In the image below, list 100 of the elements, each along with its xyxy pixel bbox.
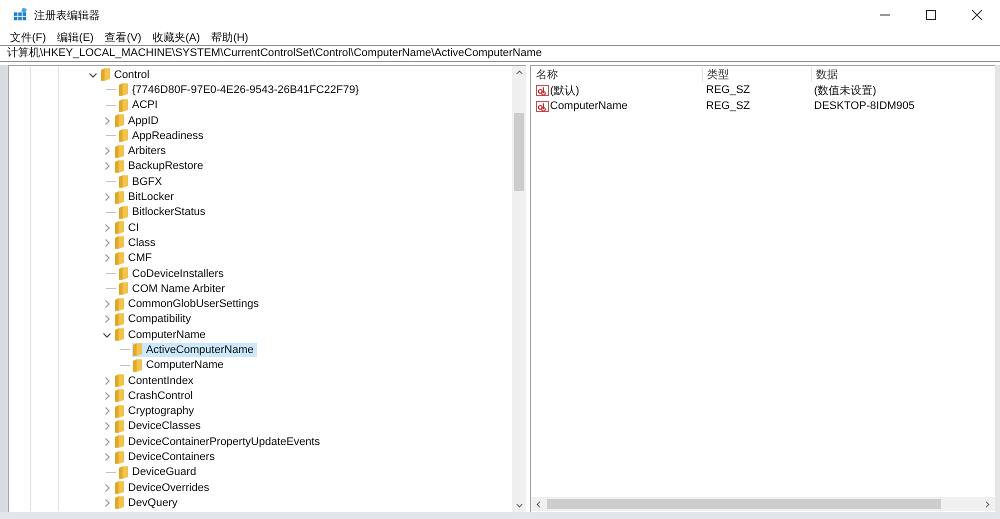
table-cell-text: (默认) (550, 84, 580, 98)
expand-chevron-icon[interactable] (102, 299, 112, 310)
expand-chevron-icon[interactable] (102, 116, 112, 126)
expand-chevron-icon[interactable] (102, 390, 112, 401)
menu-item[interactable]: 文件(F) (10, 30, 46, 44)
tree-item[interactable]: DeviceOverrides (114, 480, 212, 495)
scroll-left-icon[interactable] (534, 500, 543, 508)
tree-item[interactable]: CrashControl (114, 388, 196, 403)
expand-chevron-icon[interactable] (102, 192, 112, 202)
folder-icon (115, 481, 124, 494)
address-field[interactable]: 计算机\HKEY_LOCAL_MACHINE\SYSTEM\CurrentControlSet\Control\ComputerName\ActiveComputerName (0, 45, 1000, 62)
folder-icon (115, 435, 124, 448)
scroll-right-icon[interactable] (983, 500, 992, 508)
vertical-scrollbar[interactable] (512, 66, 526, 512)
folder-icon (115, 389, 124, 402)
registry-app-icon (13, 8, 27, 22)
tree-item[interactable]: Compatibility (114, 312, 194, 326)
tree-item[interactable]: BitLocker (114, 190, 177, 204)
tree-item[interactable]: DeviceContainers (114, 450, 218, 464)
window-title: 注册表编辑器 (34, 8, 100, 22)
folder-icon (115, 312, 124, 326)
tree-item[interactable]: BackupRestore (114, 159, 206, 174)
close-icon (972, 10, 982, 20)
string-value-icon (536, 84, 549, 96)
horizontal-scrollbar[interactable] (531, 497, 995, 511)
tree-item[interactable]: CoDeviceInstallers (118, 266, 227, 280)
folder-icon (115, 450, 124, 464)
folder-icon (119, 466, 128, 479)
tree-item[interactable]: DeviceClasses (114, 419, 204, 434)
folder-icon (119, 83, 128, 96)
table-cell-text: DESKTOP-8IDM905 (813, 100, 915, 112)
folder-icon (115, 496, 124, 510)
scrollbar-thumb[interactable] (514, 113, 524, 191)
tree-item[interactable]: COM Name Arbiter (118, 282, 228, 296)
folder-icon (115, 221, 124, 234)
folder-icon (133, 358, 142, 372)
folder-icon (115, 160, 124, 173)
folder-icon (115, 144, 124, 158)
expand-chevron-icon[interactable] (102, 498, 112, 508)
scroll-down-icon[interactable] (514, 501, 524, 510)
folder-icon (115, 404, 124, 418)
menu-item[interactable]: 帮助(H) (211, 30, 248, 44)
folder-icon (133, 343, 142, 356)
tree-item[interactable]: DevQuery (114, 496, 181, 510)
tree-item[interactable]: {7746D80F-97E0-4E26-9543-26B41FC22F79} (118, 82, 362, 97)
expand-chevron-icon[interactable] (102, 421, 112, 432)
expand-chevron-icon[interactable] (102, 222, 112, 233)
menu-item[interactable]: 查看(V) (104, 30, 142, 44)
expand-chevron-icon[interactable] (102, 376, 112, 386)
tree-item[interactable]: ComputerName (132, 358, 227, 372)
table-cell-text: (数值未设置) (813, 84, 876, 98)
tree-item[interactable]: BitlockerStatus (118, 205, 208, 220)
expand-chevron-icon[interactable] (102, 452, 112, 462)
folder-icon (115, 114, 124, 128)
table-cell: ComputerName (550, 100, 628, 112)
string-value-icon (536, 100, 549, 112)
maximize-icon (926, 10, 936, 20)
folder-icon (115, 236, 124, 250)
expand-chevron-icon[interactable] (102, 238, 112, 248)
tree-item[interactable]: CMF (114, 251, 155, 266)
folder-icon (119, 98, 128, 112)
column-header[interactable]: 名称 (531, 66, 702, 82)
tree-item[interactable]: ACPI (118, 98, 161, 112)
column-header[interactable]: 数据 (811, 66, 838, 82)
folder-icon (115, 298, 124, 311)
expand-chevron-icon[interactable] (102, 146, 112, 156)
folder-icon (119, 206, 128, 219)
folder-icon (119, 267, 128, 280)
scroll-up-icon[interactable] (514, 68, 524, 77)
table-cell-text: REG_SZ (705, 100, 752, 112)
folder-icon (119, 129, 128, 142)
menu-item[interactable]: 收藏夹(A) (152, 30, 200, 44)
scrollbar-thumb[interactable] (547, 499, 941, 509)
column-header[interactable]: 类型 (702, 66, 811, 82)
folder-icon (119, 175, 128, 188)
tree-item[interactable]: Class (114, 236, 159, 250)
tree-item[interactable]: Cryptography (114, 404, 198, 418)
tree-item[interactable]: AppReadiness (118, 128, 207, 143)
tree-item[interactable]: ComputerName (114, 328, 209, 342)
tree-item[interactable]: Control (100, 68, 152, 82)
folder-icon (115, 374, 124, 388)
expand-chevron-icon[interactable] (102, 436, 112, 447)
expand-chevron-icon[interactable] (102, 161, 112, 172)
menu-item[interactable]: 编辑(E) (57, 30, 94, 44)
tree-item[interactable]: ActiveComputerName (132, 342, 257, 357)
expand-chevron-icon[interactable] (102, 482, 112, 493)
tree-item[interactable]: AppID (114, 114, 162, 128)
tree-item[interactable]: CI (114, 220, 142, 235)
tree-item[interactable]: BGFX (118, 174, 165, 189)
expand-chevron-icon[interactable] (102, 253, 112, 264)
expand-chevron-icon[interactable] (102, 314, 112, 324)
tree-item[interactable]: Arbiters (114, 144, 169, 158)
tree-item[interactable]: ContentIndex (114, 374, 196, 388)
table-cell-text: REG_SZ (705, 84, 752, 96)
tree-item[interactable]: DeviceContainerPropertyUpdateEvents (114, 434, 323, 449)
tree-item[interactable]: DeviceGuard (118, 465, 200, 480)
expand-chevron-icon[interactable] (102, 406, 112, 416)
folder-icon (119, 282, 128, 296)
folder-icon (115, 190, 124, 204)
tree-item[interactable]: CommonGlobUserSettings (114, 297, 262, 312)
